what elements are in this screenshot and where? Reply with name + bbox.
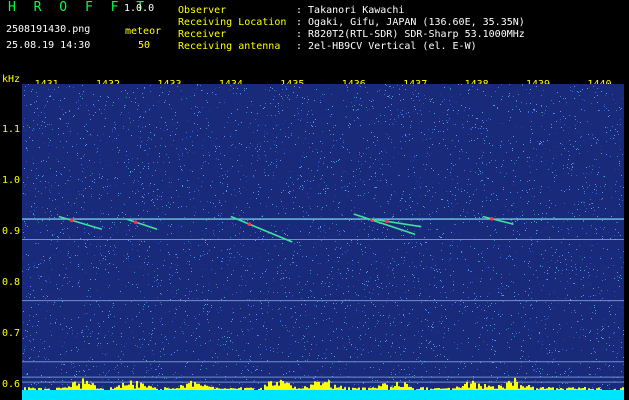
observer-label: Observer xyxy=(178,5,227,16)
meteor-echo-peak xyxy=(133,220,138,224)
antenna-label: Receiving antenna xyxy=(178,41,281,52)
y-tick-label: 0.9 xyxy=(2,225,21,237)
y-tick-label: 0.8 xyxy=(2,276,21,288)
meteor-echo-peak xyxy=(385,219,389,224)
location-label: Receiving Location xyxy=(178,17,287,28)
app-version: 1.0.0 xyxy=(124,3,155,14)
antenna-value: : 2el-HB9CV Vertical (el. E-W) xyxy=(296,41,477,52)
y-tick-label: 0.7 xyxy=(2,327,21,339)
meteor-echo-peak xyxy=(247,222,252,226)
spectrogram-plot xyxy=(22,84,624,400)
receiver-label: Receiver xyxy=(178,29,227,40)
count-label: meteor xyxy=(125,26,162,37)
meteor-echo-peak xyxy=(69,218,74,223)
y-tick-label: 1.0 xyxy=(2,174,21,186)
datetime: 25.08.19 14:30 xyxy=(6,40,91,51)
y-axis-unit: kHz xyxy=(2,74,21,85)
header-panel: H R O F F T 1.0.0 2508191430.png 25.08.1… xyxy=(0,0,629,78)
receiver-value: : R820T2(RTL-SDR) SDR-Sharp 53.1000MHz xyxy=(296,29,525,40)
observer-value: : Takanori Kawachi xyxy=(296,5,405,16)
count-value: 50 xyxy=(138,40,151,51)
location-value: : Ogaki, Gifu, JAPAN (136.60E, 35.35N) xyxy=(296,17,525,28)
y-tick-label: 0.6 xyxy=(2,378,21,390)
y-tick-label: 1.1 xyxy=(2,123,21,135)
meteor-echo-peak xyxy=(490,217,494,221)
filename: 2508191430.png xyxy=(6,24,91,35)
bottom-signal-band xyxy=(22,390,624,400)
